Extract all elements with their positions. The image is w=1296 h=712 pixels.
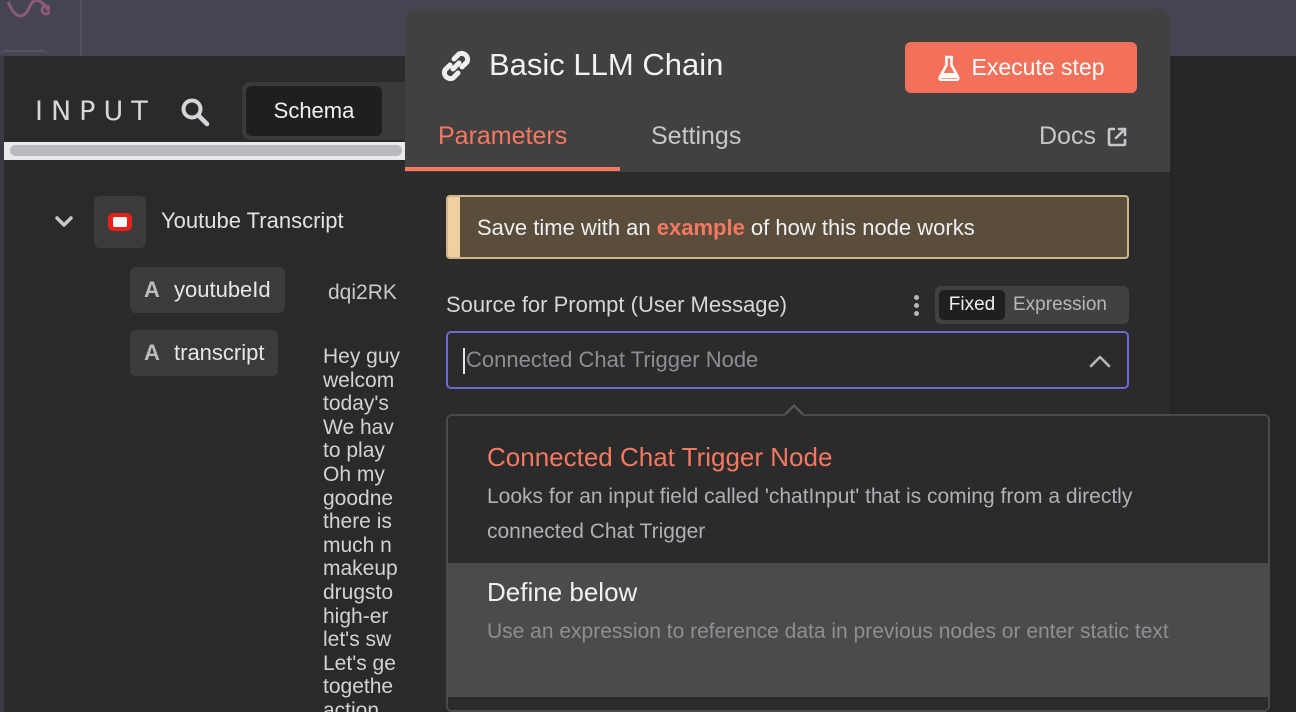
mode-fixed-button[interactable]: Fixed [939,290,1005,320]
option-description: Use an expression to reference data in p… [487,620,1169,643]
source-prompt-select[interactable]: Connected Chat Trigger Node [446,331,1129,389]
canvas-connector-icon [6,0,50,18]
field-pill-transcript[interactable]: A transcript [130,330,279,376]
youtube-icon [108,213,132,231]
string-type-icon: A [144,277,160,302]
schema-view-button[interactable]: Schema [246,86,382,136]
dropdown-option-connected-chat-trigger[interactable]: Connected Chat Trigger Node Looks for an… [448,416,1268,562]
link-icon [441,50,471,82]
dropdown-footer [448,697,1268,710]
select-value: Connected Chat Trigger Node [466,347,759,372]
notice-accent-bar [448,197,460,257]
text-cursor [463,348,465,374]
horizontal-scrollbar[interactable] [4,142,424,160]
execute-step-label: Execute step [971,54,1105,80]
mode-expression-button[interactable]: Expression [1013,290,1107,320]
string-type-icon: A [144,340,160,365]
option-title: Connected Chat Trigger Node [487,442,833,472]
input-node-name: Youtube Transcript [161,208,344,233]
example-link[interactable]: example [657,215,745,240]
fixed-expression-toggle: Fixed Expression [935,286,1129,324]
youtube-node-icon [94,196,146,248]
flask-icon [937,55,960,81]
option-title: Define below [487,577,638,607]
search-button[interactable] [179,96,211,128]
source-prompt-dropdown: Connected Chat Trigger Node Looks for an… [446,414,1270,712]
tab-parameters[interactable]: Parameters [438,122,567,151]
dropdown-pointer-inner [785,407,803,416]
chevron-down-icon[interactable] [52,210,76,234]
active-tab-indicator [405,167,620,171]
field-name: youtubeId [174,277,271,302]
input-panel-title: INPUT [35,96,156,127]
notice-suffix: of how this node works [744,215,975,240]
option-description: Looks for an input field called 'chatInp… [487,485,1133,543]
view-mode-toggle: Schema [242,82,422,140]
source-prompt-label: Source for Prompt (User Message) [446,292,788,317]
scrollbar-thumb[interactable] [10,145,402,156]
field-name: transcript [174,340,265,365]
chevron-up-icon [1089,355,1111,368]
notice-prefix: Save time with an [477,215,657,240]
input-header: INPUT Schema [4,56,424,160]
tab-settings[interactable]: Settings [651,122,741,151]
example-notice: Save time with an example of how this no… [446,195,1129,259]
execute-step-button[interactable]: Execute step [905,42,1137,93]
canvas-divider [80,0,82,56]
docs-label: Docs [1039,122,1096,150]
search-icon [181,98,210,127]
input-panel: INPUT Schema Youtube Transcript A youtub… [4,56,424,712]
field-pill-youtubeid[interactable]: A youtubeId [130,267,285,313]
docs-link[interactable]: Docs [1039,122,1128,151]
node-title: Basic LLM Chain [489,47,724,82]
dropdown-option-define-below[interactable]: Define below Use an expression to refere… [448,563,1268,697]
transcript-value: Hey guy welcom today's We hav to play Oh… [323,345,401,712]
node-panel-header: Basic LLM Chain Execute step Parameters … [405,9,1170,172]
external-link-icon [1107,127,1127,146]
field-options-icon[interactable] [908,292,924,320]
input-node-row: Youtube Transcript [4,196,424,248]
notice-text: Save time with an example of how this no… [477,215,975,241]
field-value: dqi2RK [328,281,397,304]
